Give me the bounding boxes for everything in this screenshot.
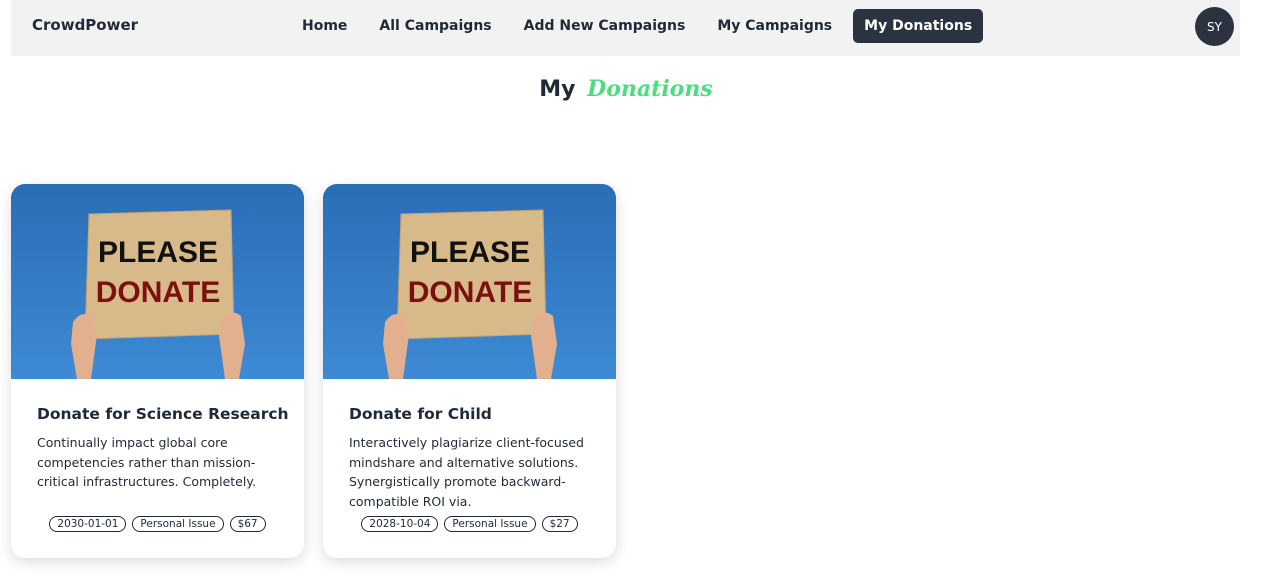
card-tags: 2028-10-04 Personal Issue $27 [323, 516, 616, 532]
sign-text-donate: DONATE [96, 276, 220, 309]
card-description: Continually impact global core competenc… [37, 435, 256, 489]
nav-add-new-campaigns[interactable]: Add New Campaigns [513, 9, 697, 43]
page-title: My Donations [0, 76, 1252, 102]
nav-my-donations[interactable]: My Donations [853, 9, 984, 43]
tag-category: Personal Issue [132, 516, 224, 532]
card-title[interactable]: Donate for Science Research [37, 405, 289, 423]
nav-home[interactable]: Home [291, 9, 358, 43]
tag-category: Personal Issue [444, 516, 536, 532]
nav-links: Home All Campaigns Add New Campaigns My … [291, 9, 993, 43]
card-title[interactable]: Donate for Child [349, 405, 590, 423]
brand-logo[interactable]: CrowdPower [32, 16, 138, 34]
card-description: Interactively plagiarize client-focused … [349, 435, 584, 509]
page-title-accent: Donations [587, 76, 713, 102]
donation-card[interactable]: PLEASE DONATE Donate for Science Researc… [11, 184, 304, 558]
navbar: CrowdPower Home All Campaigns Add New Ca… [11, 0, 1240, 56]
sign-text-please: PLEASE [410, 236, 530, 269]
card-tags: 2030-01-01 Personal Issue $67 [11, 516, 304, 532]
tag-amount: $27 [541, 516, 578, 532]
user-avatar[interactable]: SY [1195, 7, 1234, 46]
sign-text-donate: DONATE [408, 276, 532, 309]
sign-text-please: PLEASE [98, 236, 218, 269]
campaign-image: PLEASE DONATE [11, 184, 304, 379]
donation-card[interactable]: PLEASE DONATE Donate for Child Interacti… [323, 184, 616, 558]
campaign-image: PLEASE DONATE [323, 184, 616, 379]
tag-date: 2030-01-01 [49, 516, 127, 532]
tag-date: 2028-10-04 [361, 516, 439, 532]
tag-amount: $67 [229, 516, 266, 532]
page-title-first: My [539, 77, 576, 102]
nav-my-campaigns[interactable]: My Campaigns [706, 9, 843, 43]
nav-all-campaigns[interactable]: All Campaigns [368, 9, 502, 43]
